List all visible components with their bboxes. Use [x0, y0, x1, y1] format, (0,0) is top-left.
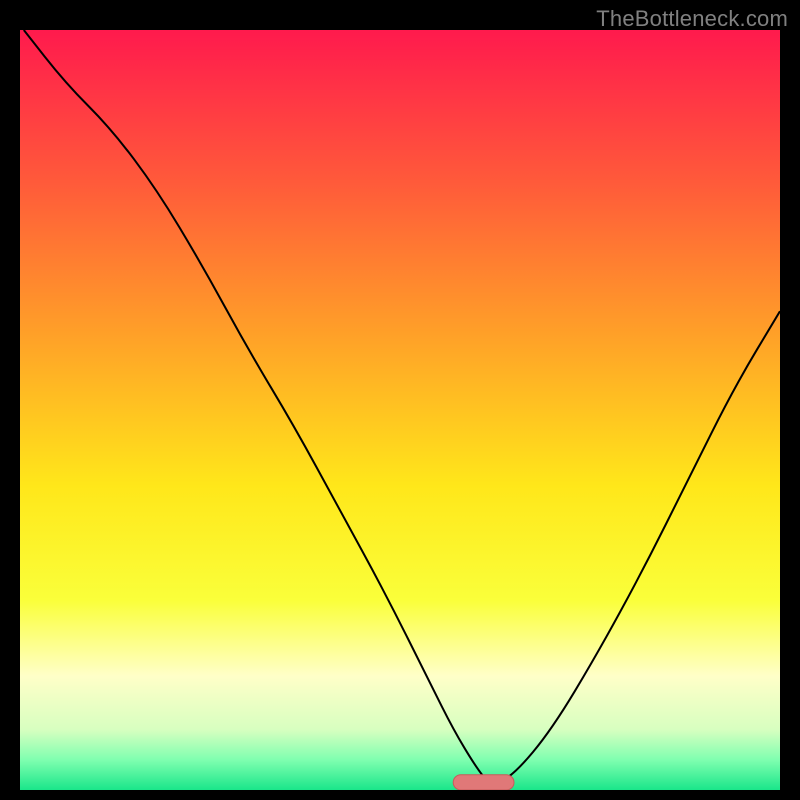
chart-plot — [20, 30, 780, 790]
optimal-region — [453, 775, 514, 790]
chart-svg — [20, 30, 780, 790]
chart-frame: TheBottleneck.com — [0, 0, 800, 800]
watermark-text: TheBottleneck.com — [596, 6, 788, 32]
chart-background — [20, 30, 780, 790]
